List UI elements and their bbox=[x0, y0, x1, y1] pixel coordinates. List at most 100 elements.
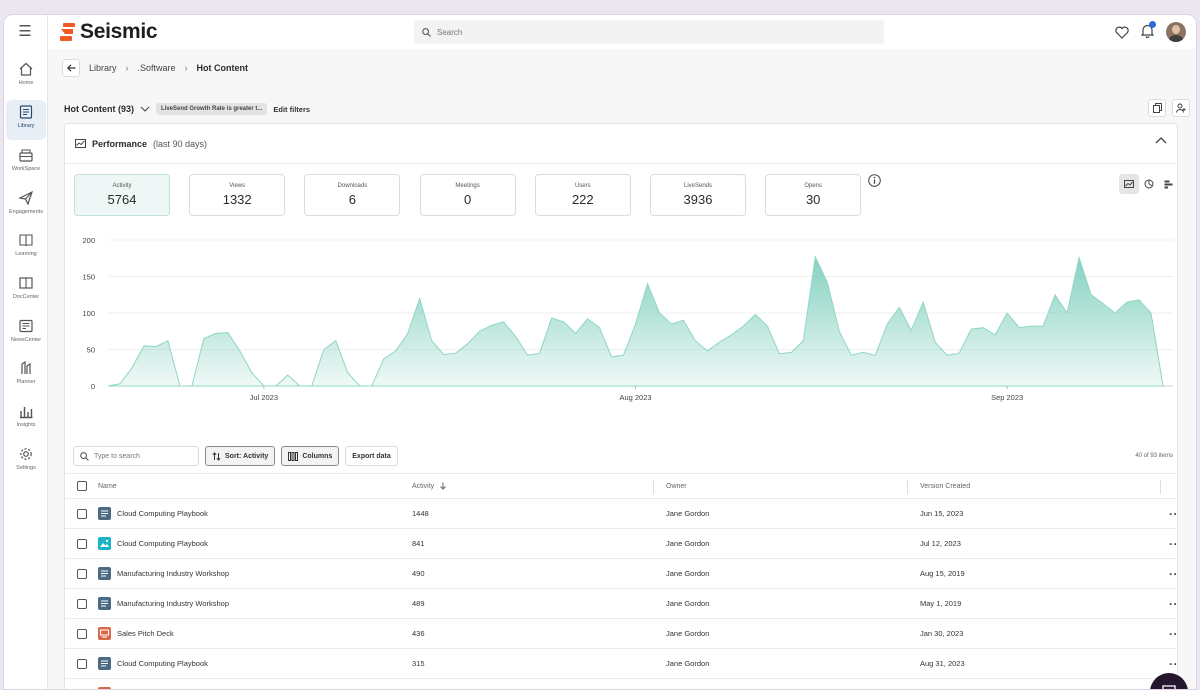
row-checkbox[interactable] bbox=[77, 538, 87, 549]
back-button[interactable] bbox=[62, 59, 80, 77]
copy-button[interactable] bbox=[1148, 99, 1166, 117]
table-row[interactable]: Guided Overview Deck - Enablement Cloud2… bbox=[65, 679, 1177, 689]
filter-chip[interactable]: LiveSend Growth Rate is greater t... bbox=[156, 103, 268, 115]
heart-icon[interactable] bbox=[1115, 26, 1129, 39]
chevron-down-icon[interactable] bbox=[140, 106, 150, 112]
chat-icon bbox=[1162, 685, 1176, 689]
header-version-created[interactable]: Version Created bbox=[920, 474, 970, 498]
header-activity[interactable]: Activity bbox=[412, 474, 447, 498]
sidebar-item-settings[interactable]: Settings bbox=[4, 442, 48, 482]
sidebar-item-library[interactable]: Library bbox=[6, 100, 46, 140]
doc-icon bbox=[98, 567, 111, 580]
metric-label: LiveSends bbox=[683, 183, 713, 189]
sidebar-item-home[interactable]: Home bbox=[4, 57, 48, 97]
row-owner: Jane Gordon bbox=[666, 599, 710, 608]
select-all-checkbox[interactable] bbox=[77, 481, 87, 491]
table-row[interactable]: Cloud Computing Playbook 315 Jane Gordon Au… bbox=[65, 649, 1177, 679]
performance-header[interactable]: Performance (last 90 days) bbox=[65, 124, 1177, 164]
more-options-icon[interactable]: ··· bbox=[1169, 567, 1177, 581]
table-row[interactable]: Sales Pitch Deck 436 Jane Gordon Jan 30, 20… bbox=[65, 619, 1177, 649]
bar-view-button[interactable] bbox=[1159, 174, 1177, 194]
table-row[interactable]: Cloud Computing Playbook 841 Jane Gordon Ju… bbox=[65, 529, 1177, 559]
header-name[interactable]: Name bbox=[98, 474, 117, 498]
sidebar-item-workspace[interactable]: WorkSpace bbox=[4, 143, 48, 183]
metric-value: 3936 bbox=[683, 192, 713, 207]
table-row[interactable]: Manufacturing Industry Workshop 490 Jane G… bbox=[65, 559, 1177, 589]
global-search[interactable] bbox=[414, 20, 884, 44]
sidebar-item-planner[interactable]: Planner bbox=[4, 356, 48, 396]
sidebar-item-newscenter[interactable]: NewsCenter bbox=[4, 314, 48, 354]
x-tick-label: Aug 2023 bbox=[619, 393, 651, 402]
y-tick-label: 150 bbox=[82, 273, 95, 282]
metric-card-activity[interactable]: Activity 5764 bbox=[74, 174, 170, 216]
more-options-icon[interactable]: ··· bbox=[1169, 657, 1177, 671]
pie-view-button[interactable] bbox=[1139, 174, 1159, 194]
activity-area-chart: 0 50 100 150 200 Jul 2023 Aug 2023 Sep 2023 bbox=[82, 236, 1173, 402]
share-user-button[interactable] bbox=[1172, 99, 1190, 117]
filter-title: Hot Content (93) bbox=[64, 104, 134, 114]
sidebar-item-learning[interactable]: Learning bbox=[4, 228, 48, 268]
metric-card-livesends[interactable]: LiveSends 3936 bbox=[650, 174, 746, 216]
sidebar-item-insights[interactable]: Insights bbox=[4, 399, 48, 439]
image-icon bbox=[98, 537, 111, 550]
avatar[interactable] bbox=[1166, 22, 1186, 42]
seismic-logo-icon bbox=[60, 23, 75, 41]
row-name[interactable]: Cloud Computing Playbook bbox=[117, 659, 208, 668]
export-data-button[interactable]: Export data bbox=[345, 446, 398, 466]
row-activity: 315 bbox=[412, 659, 425, 668]
header-activity-label: Activity bbox=[412, 482, 435, 490]
row-checkbox[interactable] bbox=[77, 568, 87, 579]
row-version-created: May 1, 2019 bbox=[920, 599, 962, 608]
metric-card-views[interactable]: Views 1332 bbox=[189, 174, 286, 216]
row-name[interactable]: Cloud Computing Playbook bbox=[117, 539, 208, 548]
breadcrumb-library[interactable]: Library bbox=[89, 63, 117, 73]
table-search[interactable] bbox=[73, 446, 199, 466]
info-icon[interactable] bbox=[868, 174, 881, 187]
row-name[interactable]: Manufacturing Industry Workshop bbox=[117, 599, 229, 608]
more-options-icon[interactable]: ··· bbox=[1169, 597, 1177, 611]
y-tick-label: 100 bbox=[82, 309, 95, 318]
row-owner: Jane Gordon bbox=[666, 509, 710, 518]
sort-icon bbox=[212, 451, 221, 461]
row-name[interactable]: Manufacturing Industry Workshop bbox=[117, 569, 229, 578]
metric-card-meetings[interactable]: Meetings 0 bbox=[419, 174, 516, 216]
table-search-input[interactable] bbox=[94, 452, 194, 460]
sort-button[interactable]: Sort: Activity bbox=[205, 446, 276, 466]
area-view-button[interactable] bbox=[1119, 174, 1139, 194]
row-activity: 233 bbox=[412, 679, 425, 689]
metric-card-opens[interactable]: Opens 30 bbox=[765, 174, 862, 216]
row-checkbox[interactable] bbox=[77, 628, 87, 639]
sidebar-item-doccenter[interactable]: DocCenter bbox=[4, 271, 48, 311]
header-owner[interactable]: Owner bbox=[666, 474, 687, 498]
notifications[interactable] bbox=[1140, 20, 1156, 41]
news-icon bbox=[19, 319, 33, 333]
breadcrumb-software[interactable]: .Software bbox=[138, 63, 176, 73]
more-options-icon[interactable]: ··· bbox=[1169, 507, 1177, 521]
menu-icon[interactable]: ☰ bbox=[16, 24, 34, 39]
content-table: Name Activity Owner Version Created Clou… bbox=[65, 473, 1177, 689]
row-checkbox[interactable] bbox=[77, 658, 87, 669]
slides-icon bbox=[98, 627, 111, 640]
search-input[interactable] bbox=[437, 27, 837, 37]
row-checkbox[interactable] bbox=[77, 598, 87, 609]
table-row[interactable]: Manufacturing Industry Workshop 489 Jane G… bbox=[65, 589, 1177, 619]
edit-filters-link[interactable]: Edit filters bbox=[273, 105, 310, 114]
row-name[interactable]: Cloud Computing Playbook bbox=[117, 509, 208, 518]
row-checkbox[interactable] bbox=[77, 508, 87, 519]
row-name[interactable]: Sales Pitch Deck bbox=[117, 629, 174, 638]
workspace-icon bbox=[19, 149, 33, 162]
gear-icon bbox=[20, 448, 32, 460]
table-row[interactable]: Cloud Computing Playbook 1448 Jane Gordon J… bbox=[65, 499, 1177, 529]
more-options-icon[interactable]: ··· bbox=[1169, 627, 1177, 641]
column-divider[interactable] bbox=[907, 480, 908, 494]
logo[interactable]: Seismic bbox=[60, 20, 158, 43]
column-divider[interactable] bbox=[1160, 480, 1161, 494]
sidebar-item-engagements[interactable]: Engagements bbox=[4, 186, 48, 226]
chevron-up-icon[interactable] bbox=[1155, 136, 1167, 144]
column-divider[interactable] bbox=[653, 480, 654, 494]
metric-label: Meetings bbox=[455, 183, 480, 189]
metric-card-users[interactable]: Users 222 bbox=[534, 174, 631, 216]
metric-card-downloads[interactable]: Downloads 6 bbox=[304, 174, 401, 216]
columns-button[interactable]: Columns bbox=[281, 446, 340, 466]
more-options-icon[interactable]: ··· bbox=[1169, 537, 1177, 551]
